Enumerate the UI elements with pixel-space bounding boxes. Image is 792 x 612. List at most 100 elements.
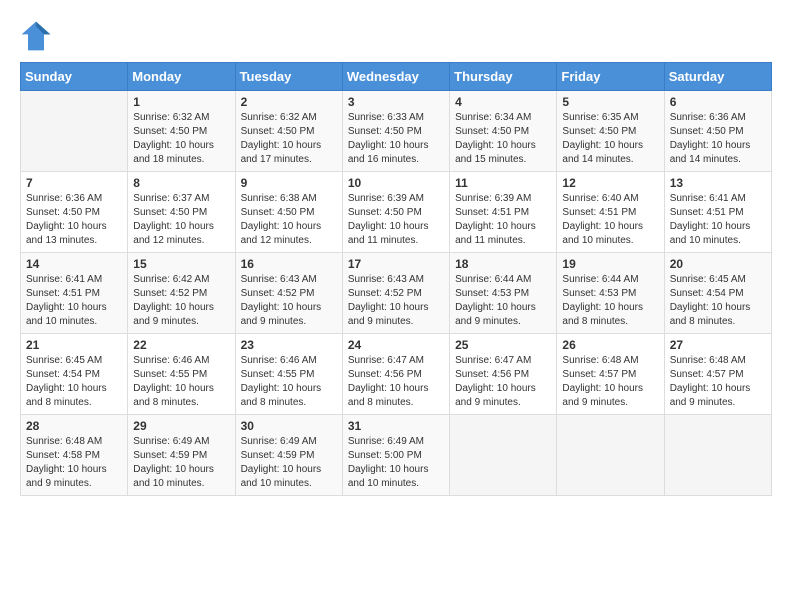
day-cell: 20 Sunrise: 6:45 AM Sunset: 4:54 PM Dayli… bbox=[664, 253, 771, 334]
day-number: 26 bbox=[562, 338, 658, 352]
day-cell: 27 Sunrise: 6:48 AM Sunset: 4:57 PM Dayli… bbox=[664, 334, 771, 415]
day-cell: 15 Sunrise: 6:42 AM Sunset: 4:52 PM Dayli… bbox=[128, 253, 235, 334]
day-info: Sunrise: 6:36 AM Sunset: 4:50 PM Dayligh… bbox=[26, 192, 122, 248]
day-info: Sunrise: 6:45 AM Sunset: 4:54 PM Dayligh… bbox=[26, 354, 122, 410]
day-number: 19 bbox=[562, 257, 658, 271]
day-number: 20 bbox=[670, 257, 766, 271]
day-cell: 26 Sunrise: 6:48 AM Sunset: 4:57 PM Dayli… bbox=[557, 334, 664, 415]
column-header-sunday: Sunday bbox=[21, 63, 128, 91]
day-number: 3 bbox=[348, 95, 444, 109]
week-row-4: 21 Sunrise: 6:45 AM Sunset: 4:54 PM Dayli… bbox=[21, 334, 772, 415]
day-number: 21 bbox=[26, 338, 122, 352]
calendar-table: SundayMondayTuesdayWednesdayThursdayFrid… bbox=[20, 62, 772, 496]
day-cell: 7 Sunrise: 6:36 AM Sunset: 4:50 PM Daylig… bbox=[21, 172, 128, 253]
day-cell: 14 Sunrise: 6:41 AM Sunset: 4:51 PM Dayli… bbox=[21, 253, 128, 334]
day-cell: 8 Sunrise: 6:37 AM Sunset: 4:50 PM Daylig… bbox=[128, 172, 235, 253]
day-cell: 13 Sunrise: 6:41 AM Sunset: 4:51 PM Dayli… bbox=[664, 172, 771, 253]
day-number: 30 bbox=[241, 419, 337, 433]
column-header-monday: Monday bbox=[128, 63, 235, 91]
day-cell: 25 Sunrise: 6:47 AM Sunset: 4:56 PM Dayli… bbox=[450, 334, 557, 415]
day-info: Sunrise: 6:48 AM Sunset: 4:57 PM Dayligh… bbox=[670, 354, 766, 410]
day-number: 2 bbox=[241, 95, 337, 109]
day-cell: 24 Sunrise: 6:47 AM Sunset: 4:56 PM Dayli… bbox=[342, 334, 449, 415]
day-info: Sunrise: 6:45 AM Sunset: 4:54 PM Dayligh… bbox=[670, 273, 766, 329]
week-row-2: 7 Sunrise: 6:36 AM Sunset: 4:50 PM Daylig… bbox=[21, 172, 772, 253]
day-cell: 30 Sunrise: 6:49 AM Sunset: 4:59 PM Dayli… bbox=[235, 415, 342, 496]
day-number: 15 bbox=[133, 257, 229, 271]
day-cell: 2 Sunrise: 6:32 AM Sunset: 4:50 PM Daylig… bbox=[235, 91, 342, 172]
day-cell: 6Sunrise: 6:36 AM Sunset: 4:50 PM Daylig… bbox=[664, 91, 771, 172]
day-info: Sunrise: 6:37 AM Sunset: 4:50 PM Dayligh… bbox=[133, 192, 229, 248]
day-number: 17 bbox=[348, 257, 444, 271]
column-header-friday: Friday bbox=[557, 63, 664, 91]
week-row-5: 28 Sunrise: 6:48 AM Sunset: 4:58 PM Dayli… bbox=[21, 415, 772, 496]
day-cell bbox=[664, 415, 771, 496]
day-cell: 16 Sunrise: 6:43 AM Sunset: 4:52 PM Dayli… bbox=[235, 253, 342, 334]
day-number: 28 bbox=[26, 419, 122, 433]
day-cell: 10 Sunrise: 6:39 AM Sunset: 4:50 PM Dayli… bbox=[342, 172, 449, 253]
day-cell bbox=[450, 415, 557, 496]
day-cell: 12 Sunrise: 6:40 AM Sunset: 4:51 PM Dayli… bbox=[557, 172, 664, 253]
calendar-header-row: SundayMondayTuesdayWednesdayThursdayFrid… bbox=[21, 63, 772, 91]
day-info: Sunrise: 6:49 AM Sunset: 4:59 PM Dayligh… bbox=[241, 435, 337, 491]
day-info: Sunrise: 6:42 AM Sunset: 4:52 PM Dayligh… bbox=[133, 273, 229, 329]
day-info: Sunrise: 6:47 AM Sunset: 4:56 PM Dayligh… bbox=[455, 354, 551, 410]
day-cell bbox=[557, 415, 664, 496]
week-row-1: 1 Sunrise: 6:32 AM Sunset: 4:50 PM Daylig… bbox=[21, 91, 772, 172]
day-info: Sunrise: 6:39 AM Sunset: 4:51 PM Dayligh… bbox=[455, 192, 551, 248]
day-number: 1 bbox=[133, 95, 229, 109]
column-header-wednesday: Wednesday bbox=[342, 63, 449, 91]
day-cell: 31 Sunrise: 6:49 AM Sunset: 5:00 PM Dayli… bbox=[342, 415, 449, 496]
day-info: Sunrise: 6:43 AM Sunset: 4:52 PM Dayligh… bbox=[348, 273, 444, 329]
day-number: 31 bbox=[348, 419, 444, 433]
day-info: Sunrise: 6:41 AM Sunset: 4:51 PM Dayligh… bbox=[670, 192, 766, 248]
day-number: 4 bbox=[455, 95, 551, 109]
day-number: 18 bbox=[455, 257, 551, 271]
day-info: Sunrise: 6:34 AM Sunset: 4:50 PM Dayligh… bbox=[455, 111, 551, 167]
day-cell: 4 Sunrise: 6:34 AM Sunset: 4:50 PM Daylig… bbox=[450, 91, 557, 172]
day-number: 11 bbox=[455, 176, 551, 190]
day-number: 22 bbox=[133, 338, 229, 352]
day-info: Sunrise: 6:46 AM Sunset: 4:55 PM Dayligh… bbox=[133, 354, 229, 410]
day-number: 12 bbox=[562, 176, 658, 190]
day-cell bbox=[21, 91, 128, 172]
day-cell: 29 Sunrise: 6:49 AM Sunset: 4:59 PM Dayli… bbox=[128, 415, 235, 496]
day-info: Sunrise: 6:48 AM Sunset: 4:57 PM Dayligh… bbox=[562, 354, 658, 410]
day-cell: 3Sunrise: 6:33 AM Sunset: 4:50 PM Daylig… bbox=[342, 91, 449, 172]
day-number: 8 bbox=[133, 176, 229, 190]
day-info: Sunrise: 6:41 AM Sunset: 4:51 PM Dayligh… bbox=[26, 273, 122, 329]
logo-icon bbox=[20, 20, 52, 52]
day-info: Sunrise: 6:48 AM Sunset: 4:58 PM Dayligh… bbox=[26, 435, 122, 491]
day-number: 16 bbox=[241, 257, 337, 271]
day-number: 23 bbox=[241, 338, 337, 352]
column-header-thursday: Thursday bbox=[450, 63, 557, 91]
day-number: 6 bbox=[670, 95, 766, 109]
day-info: Sunrise: 6:35 AM Sunset: 4:50 PM Dayligh… bbox=[562, 111, 658, 167]
day-number: 13 bbox=[670, 176, 766, 190]
day-number: 29 bbox=[133, 419, 229, 433]
day-info: Sunrise: 6:43 AM Sunset: 4:52 PM Dayligh… bbox=[241, 273, 337, 329]
day-number: 27 bbox=[670, 338, 766, 352]
day-cell: 11 Sunrise: 6:39 AM Sunset: 4:51 PM Dayli… bbox=[450, 172, 557, 253]
day-info: Sunrise: 6:49 AM Sunset: 4:59 PM Dayligh… bbox=[133, 435, 229, 491]
day-info: Sunrise: 6:40 AM Sunset: 4:51 PM Dayligh… bbox=[562, 192, 658, 248]
day-number: 9 bbox=[241, 176, 337, 190]
day-cell: 23 Sunrise: 6:46 AM Sunset: 4:55 PM Dayli… bbox=[235, 334, 342, 415]
day-info: Sunrise: 6:46 AM Sunset: 4:55 PM Dayligh… bbox=[241, 354, 337, 410]
day-number: 24 bbox=[348, 338, 444, 352]
day-info: Sunrise: 6:47 AM Sunset: 4:56 PM Dayligh… bbox=[348, 354, 444, 410]
day-number: 25 bbox=[455, 338, 551, 352]
week-row-3: 14 Sunrise: 6:41 AM Sunset: 4:51 PM Dayli… bbox=[21, 253, 772, 334]
day-number: 7 bbox=[26, 176, 122, 190]
column-header-saturday: Saturday bbox=[664, 63, 771, 91]
day-number: 10 bbox=[348, 176, 444, 190]
day-info: Sunrise: 6:39 AM Sunset: 4:50 PM Dayligh… bbox=[348, 192, 444, 248]
day-info: Sunrise: 6:49 AM Sunset: 5:00 PM Dayligh… bbox=[348, 435, 444, 491]
day-info: Sunrise: 6:38 AM Sunset: 4:50 PM Dayligh… bbox=[241, 192, 337, 248]
day-cell: 5Sunrise: 6:35 AM Sunset: 4:50 PM Daylig… bbox=[557, 91, 664, 172]
day-number: 14 bbox=[26, 257, 122, 271]
day-cell: 19Sunrise: 6:44 AM Sunset: 4:53 PM Dayli… bbox=[557, 253, 664, 334]
logo bbox=[20, 20, 56, 52]
column-header-tuesday: Tuesday bbox=[235, 63, 342, 91]
day-info: Sunrise: 6:32 AM Sunset: 4:50 PM Dayligh… bbox=[241, 111, 337, 167]
